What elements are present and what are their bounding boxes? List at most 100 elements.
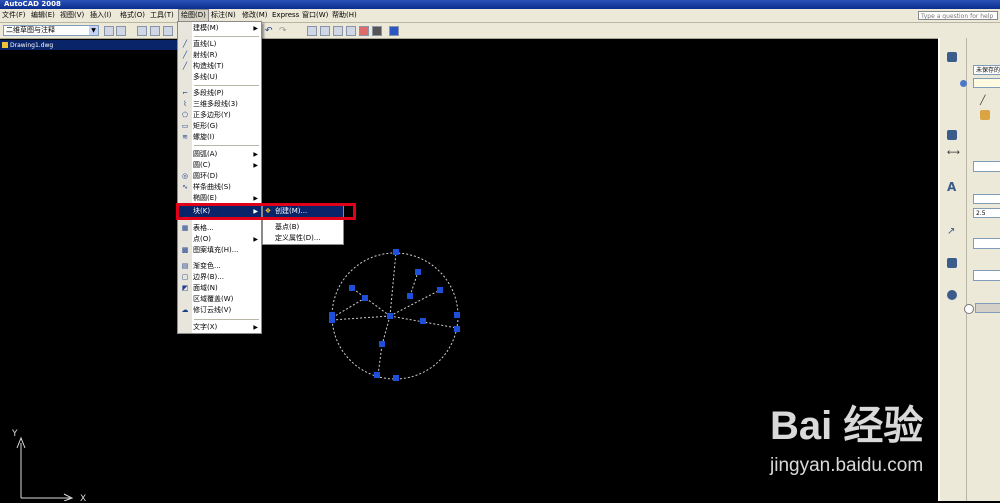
- zoom-window-icon[interactable]: [333, 26, 343, 36]
- pan-icon[interactable]: [307, 26, 317, 36]
- grips[interactable]: [329, 249, 460, 381]
- properties-icon[interactable]: [359, 26, 369, 36]
- line-h[interactable]: [409, 271, 419, 297]
- menu-item-define-attribute[interactable]: 定义属性(D)...: [263, 233, 343, 244]
- menu-view[interactable]: 视图(V): [58, 9, 86, 22]
- grip[interactable]: [349, 285, 355, 291]
- line-a[interactable]: [389, 251, 397, 317]
- grip[interactable]: [329, 317, 335, 323]
- donut-icon: ◎: [181, 172, 189, 180]
- zoom-slider[interactable]: [975, 303, 1000, 313]
- layers-icon[interactable]: [947, 52, 957, 62]
- menu-item-region[interactable]: ◩ 面域(N): [178, 283, 261, 294]
- menu-item-3dpolyline[interactable]: ⌇ 三维多段线(3): [178, 99, 261, 110]
- menu-item-label: 圆环(D): [193, 172, 218, 180]
- redo-icon[interactable]: ↷: [279, 26, 289, 36]
- grip[interactable]: [437, 287, 443, 293]
- grip[interactable]: [393, 249, 399, 255]
- menu-item-line[interactable]: ╱ 直线(L): [178, 39, 261, 50]
- menu-item-base-point[interactable]: 基点(B): [263, 222, 343, 233]
- menu-item-ray[interactable]: ╱ 射线(R): [178, 50, 261, 61]
- menu-item-donut[interactable]: ◎ 圆环(D): [178, 171, 261, 182]
- menu-format[interactable]: 格式(O): [118, 9, 147, 22]
- menu-item-table[interactable]: ▦ 表格...: [178, 223, 261, 234]
- menu-express[interactable]: Express: [270, 9, 301, 22]
- draw-line-icon[interactable]: ╱: [980, 96, 990, 106]
- layer-prop-icon[interactable]: [960, 80, 967, 87]
- line-g[interactable]: [377, 344, 383, 376]
- line-e[interactable]: [389, 289, 441, 317]
- menu-item-polyline[interactable]: ⌐ 多段线(P): [178, 88, 261, 99]
- menu-item-hatch[interactable]: ▩ 图案填充(H)...: [178, 245, 261, 256]
- line-d[interactable]: [381, 315, 391, 346]
- menu-tools[interactable]: 工具(T): [148, 9, 176, 22]
- grip[interactable]: [454, 312, 460, 318]
- grip[interactable]: [407, 293, 413, 299]
- line-c[interactable]: [331, 315, 391, 321]
- menu-item-label: 修订云线(V): [193, 306, 232, 314]
- line-i[interactable]: [334, 297, 366, 317]
- grip[interactable]: [393, 375, 399, 381]
- text-style-select[interactable]: [973, 194, 1000, 204]
- zoom-plus-icon[interactable]: [964, 304, 974, 314]
- mleader-style-select[interactable]: [973, 238, 1000, 249]
- 3d-icon[interactable]: [947, 130, 957, 140]
- grip[interactable]: [415, 269, 421, 275]
- zoom-palette-icon[interactable]: [947, 290, 957, 300]
- menu-item-polygon[interactable]: ⬠ 正多边形(Y): [178, 110, 261, 121]
- menu-item-revcloud[interactable]: ☁ 修订云线(V): [178, 305, 261, 316]
- multileader-icon[interactable]: ↗: [947, 226, 957, 237]
- menu-item-modeling[interactable]: 建模(M) ▶: [178, 23, 261, 34]
- dimension-icon[interactable]: ⟷: [947, 148, 960, 158]
- menu-help[interactable]: 帮助(H): [330, 9, 359, 22]
- chevron-down-icon[interactable]: ▼: [89, 26, 98, 35]
- calculator-icon[interactable]: [372, 26, 382, 36]
- grip[interactable]: [454, 326, 460, 332]
- grip[interactable]: [379, 341, 385, 347]
- menu-item-rectangle[interactable]: ▭ 矩形(G): [178, 121, 261, 132]
- help-icon[interactable]: [389, 26, 399, 36]
- menu-item-gradient[interactable]: ▤ 渐变色...: [178, 261, 261, 272]
- menu-item-circle[interactable]: 圆(C) ▶: [178, 160, 261, 171]
- table-style-icon[interactable]: [947, 258, 957, 268]
- menu-item-arc[interactable]: 圆弧(A) ▶: [178, 149, 261, 160]
- workspace-icon[interactable]: [116, 26, 126, 36]
- grip[interactable]: [387, 313, 393, 319]
- dim-style-select[interactable]: [973, 161, 1000, 172]
- menu-file[interactable]: 文件(F): [0, 9, 28, 22]
- menu-item-label: 直线(L): [193, 40, 217, 48]
- menu-item-wipeout[interactable]: 区域覆盖(W): [178, 294, 261, 305]
- menu-item-boundary[interactable]: ▢ 边界(B)...: [178, 272, 261, 283]
- zoom-realtime-icon[interactable]: [320, 26, 330, 36]
- text-height-field[interactable]: 2.5: [973, 208, 1000, 218]
- menu-item-xline[interactable]: ╱ 构造线(T): [178, 61, 261, 72]
- layer-select[interactable]: [973, 78, 1000, 88]
- menu-item-point[interactable]: 点(O) ▶: [178, 234, 261, 245]
- grip[interactable]: [362, 295, 368, 301]
- menu-item-helix[interactable]: ≋ 螺旋(I): [178, 132, 261, 143]
- text-icon[interactable]: A: [947, 180, 957, 194]
- selected-circle[interactable]: [331, 252, 459, 380]
- brush-icon[interactable]: [980, 110, 990, 120]
- menu-insert[interactable]: 插入(I): [88, 9, 114, 22]
- grip[interactable]: [374, 372, 380, 378]
- menu-item-label: 样条曲线(S): [193, 183, 231, 191]
- grip[interactable]: [420, 318, 426, 324]
- menu-item-text[interactable]: 文字(X) ▶: [178, 322, 261, 333]
- workspace-select[interactable]: 二维草图与注释 ▼: [3, 25, 99, 36]
- layer-state-select[interactable]: 未保存的: [973, 65, 1000, 75]
- menu-item-mline[interactable]: 多线(U): [178, 72, 261, 83]
- table-style-select[interactable]: [973, 270, 1000, 281]
- menu-item-spline[interactable]: ∿ 样条曲线(S): [178, 182, 261, 193]
- undo-icon[interactable]: ↶: [265, 26, 275, 36]
- new-file-icon[interactable]: [137, 26, 147, 36]
- menu-window[interactable]: 窗口(W): [300, 9, 330, 22]
- ucs-y-label: Y: [11, 429, 18, 439]
- settings-icon[interactable]: [104, 26, 114, 36]
- workspace-select-value: 二维草图与注释: [6, 26, 55, 34]
- menu-edit[interactable]: 编辑(E): [29, 9, 57, 22]
- save-icon[interactable]: [163, 26, 173, 36]
- open-file-icon[interactable]: [150, 26, 160, 36]
- zoom-previous-icon[interactable]: [346, 26, 356, 36]
- help-search-input[interactable]: Type a question for help: [918, 11, 998, 20]
